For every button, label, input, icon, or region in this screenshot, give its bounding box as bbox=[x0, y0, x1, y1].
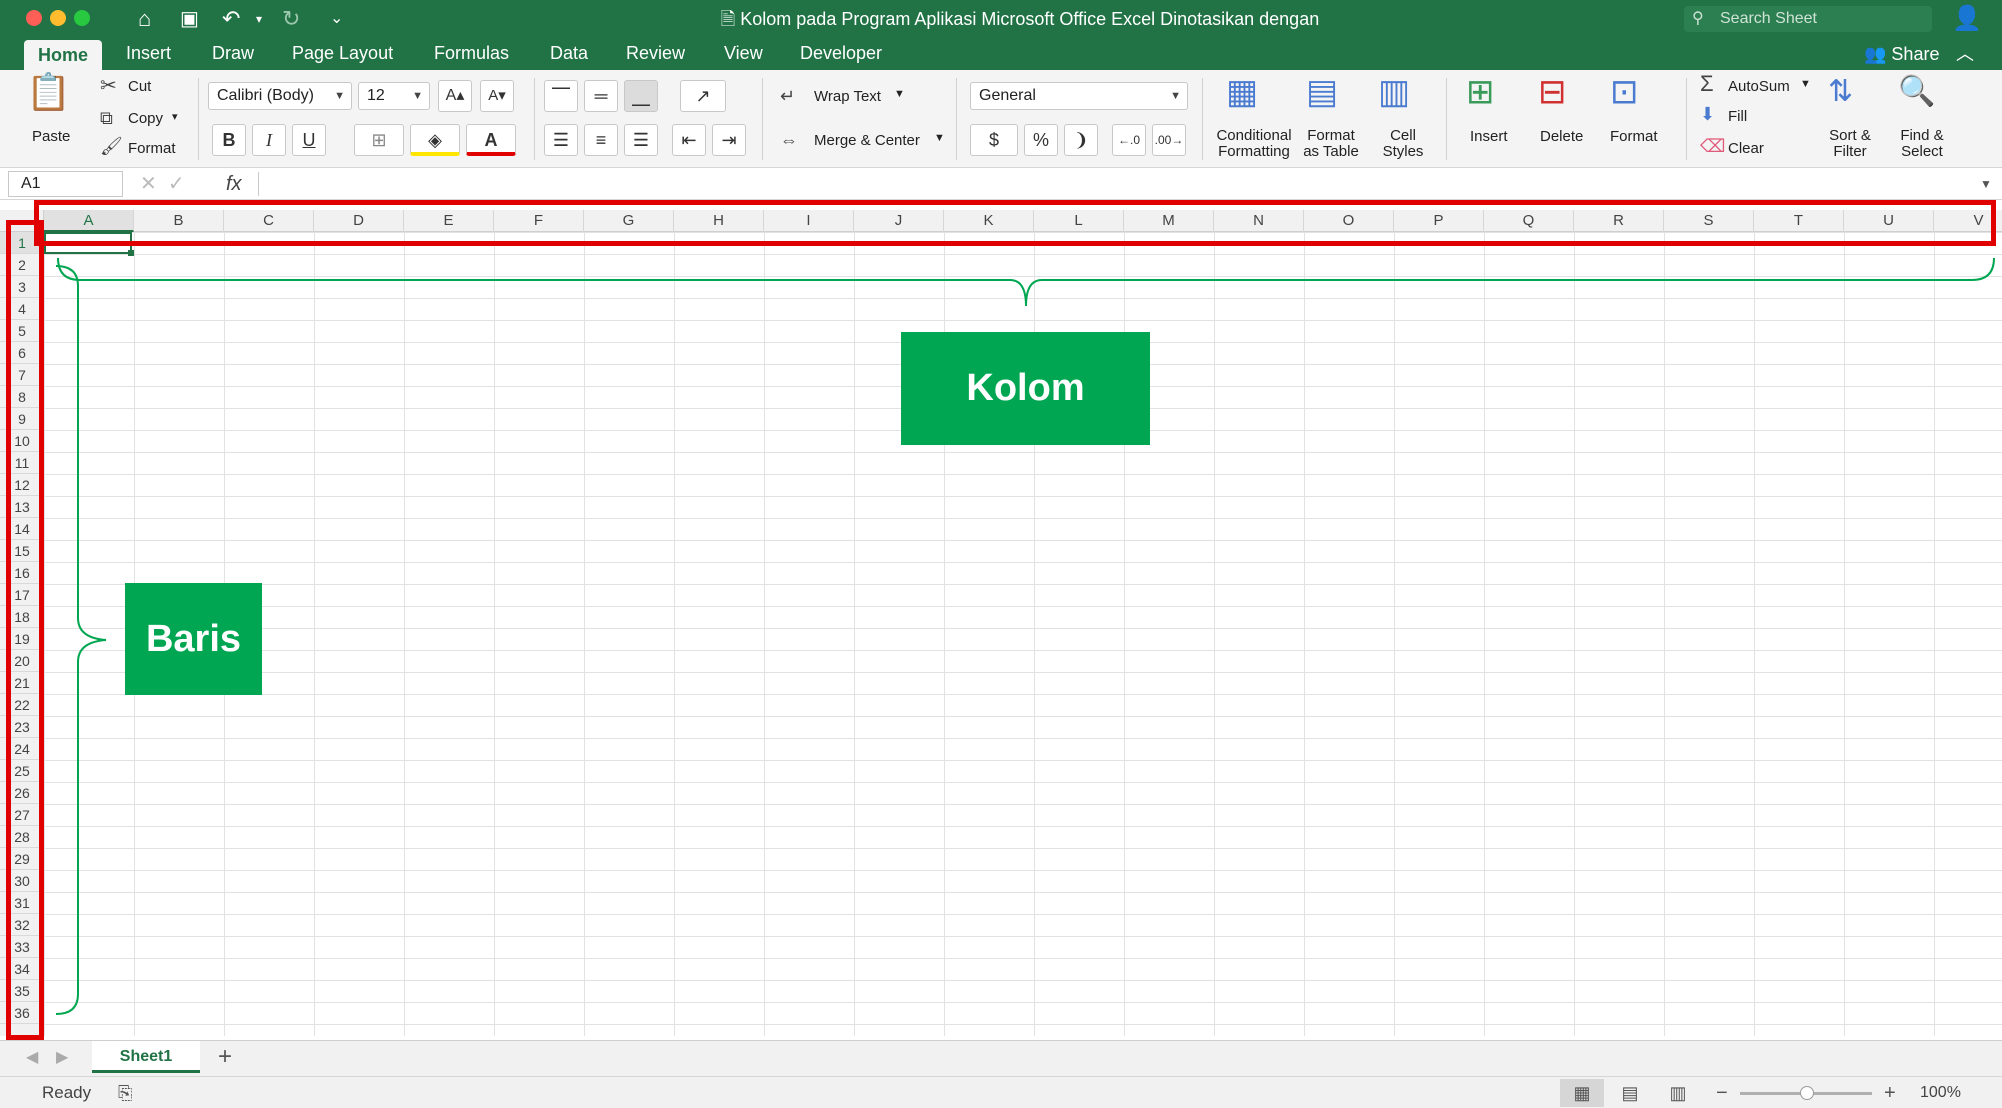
kolom-callout: Kolom bbox=[901, 332, 1150, 445]
zoom-level: 100% bbox=[1920, 1084, 1961, 1101]
add-sheet-button[interactable]: + bbox=[218, 1041, 232, 1073]
zoom-in-button[interactable]: + bbox=[1884, 1077, 1896, 1108]
column-brace bbox=[57, 257, 1995, 307]
page-layout-view-button[interactable]: ▤ bbox=[1608, 1079, 1652, 1107]
row-header-highlight bbox=[6, 220, 44, 1040]
zoom-slider-thumb[interactable] bbox=[1800, 1086, 1814, 1100]
column-header-highlight bbox=[34, 200, 1996, 246]
page-break-view-button[interactable]: ▥ bbox=[1656, 1079, 1700, 1107]
row-brace bbox=[55, 265, 107, 1015]
annotation-braces bbox=[55, 257, 1995, 1015]
normal-view-button[interactable]: ▦ bbox=[1560, 1079, 1604, 1107]
baris-callout: Baris bbox=[125, 583, 262, 695]
excel-window: ⌂ ▣ ↶ ▾ ↻ ⌄ 🗎 Kolom pada Program Aplikas… bbox=[0, 0, 2002, 1108]
previous-sheet-icon[interactable]: ◀ bbox=[26, 1047, 38, 1067]
zoom-out-button[interactable]: − bbox=[1716, 1077, 1728, 1108]
next-sheet-icon[interactable]: ▶ bbox=[56, 1047, 68, 1067]
sheet-tab-sheet1[interactable]: Sheet1 bbox=[92, 1041, 200, 1073]
sheet-tabs-bar: ◀ ▶ Sheet1 + bbox=[0, 1040, 2002, 1076]
status-text: Ready bbox=[42, 1083, 92, 1102]
macro-record-icon[interactable]: ⎘ bbox=[118, 1077, 132, 1108]
status-bar: Ready ⎘ ▦ ▤ ▥ − + 100% bbox=[0, 1076, 2002, 1108]
